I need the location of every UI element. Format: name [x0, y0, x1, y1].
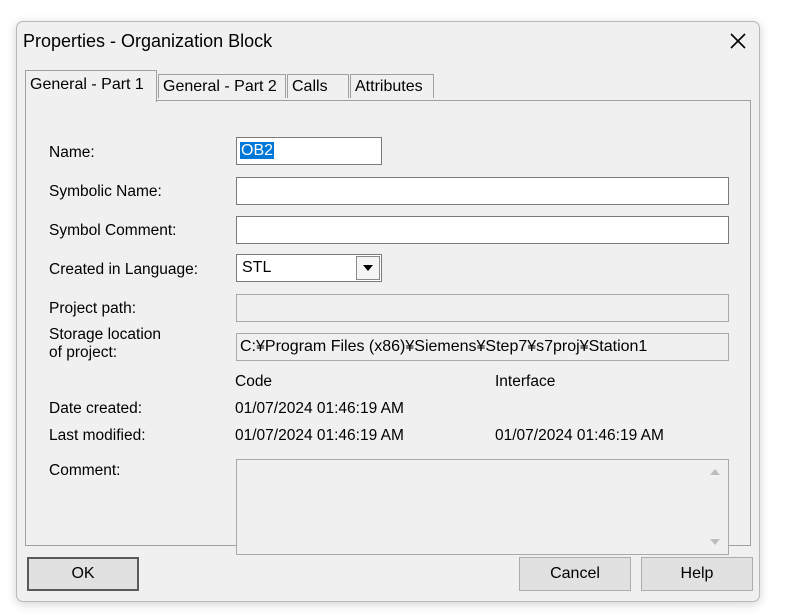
symbolic-name-label: Symbolic Name: — [49, 183, 162, 200]
symbolic-name-input[interactable] — [236, 177, 729, 205]
cancel-button-label: Cancel — [550, 565, 600, 582]
ok-button[interactable]: OK — [27, 557, 139, 591]
comment-scrollbar[interactable] — [703, 461, 727, 553]
storage-location-field: C:¥Program Files (x86)¥Siemens¥Step7¥s7p… — [236, 333, 729, 361]
storage-location-label-line1: Storage location — [49, 326, 162, 343]
language-label: Created in Language: — [49, 261, 199, 278]
project-path-field — [236, 294, 729, 322]
tab-label: Calls — [292, 78, 328, 95]
close-button[interactable] — [721, 25, 755, 57]
name-input[interactable]: OB2 — [236, 137, 382, 165]
tab-label: General - Part 2 — [163, 78, 277, 95]
language-dropdown-button[interactable] — [356, 256, 380, 280]
dialog-title: Properties - Organization Block — [23, 31, 273, 51]
date-created-code-value: 01/07/2024 01:46:19 AM — [235, 400, 404, 417]
dropdown-arrow-icon — [363, 265, 373, 271]
cancel-button[interactable]: Cancel — [519, 557, 631, 591]
properties-dialog: Properties - Organization Block General … — [16, 21, 760, 602]
tab-attributes[interactable]: Attributes — [350, 74, 434, 98]
last-modified-interface-value: 01/07/2024 01:46:19 AM — [495, 427, 664, 444]
title-bar: Properties - Organization Block — [17, 22, 759, 60]
ok-button-label: OK — [71, 565, 95, 582]
storage-location-value: C:¥Program Files (x86)¥Siemens¥Step7¥s7p… — [240, 338, 648, 355]
help-button[interactable]: Help — [641, 557, 753, 591]
help-button-label: Help — [680, 565, 714, 582]
tab-calls[interactable]: Calls — [287, 74, 349, 98]
symbol-comment-label: Symbol Comment: — [49, 222, 177, 239]
last-modified-code-value: 01/07/2024 01:46:19 AM — [235, 427, 404, 444]
comment-textarea — [236, 459, 729, 555]
date-created-label: Date created: — [49, 400, 143, 417]
project-path-label: Project path: — [49, 300, 137, 317]
language-select[interactable]: STL — [236, 254, 382, 282]
tab-general-part-1[interactable]: General - Part 1 — [25, 70, 157, 102]
close-icon — [730, 33, 746, 49]
code-column-header: Code — [235, 373, 273, 390]
storage-location-label-line2: of project: — [49, 344, 118, 361]
comment-label: Comment: — [49, 462, 121, 479]
tab-general-part-2[interactable]: General - Part 2 — [158, 74, 286, 98]
tab-panel-general-part-1: Name: OB2 Symbolic Name: Symbol Comment:… — [25, 100, 751, 555]
name-value: OB2 — [240, 142, 275, 159]
symbol-comment-input[interactable] — [236, 216, 729, 244]
tab-label: General - Part 1 — [30, 76, 144, 93]
name-label: Name: — [49, 144, 95, 161]
scroll-up-icon[interactable] — [703, 461, 727, 483]
language-value: STL — [242, 259, 272, 276]
last-modified-label: Last modified: — [49, 427, 146, 444]
scroll-down-icon[interactable] — [703, 531, 727, 553]
tab-strip: General - Part 1 General - Part 2 Calls … — [25, 70, 755, 102]
interface-column-header: Interface — [495, 373, 556, 390]
tab-label: Attributes — [355, 78, 423, 95]
